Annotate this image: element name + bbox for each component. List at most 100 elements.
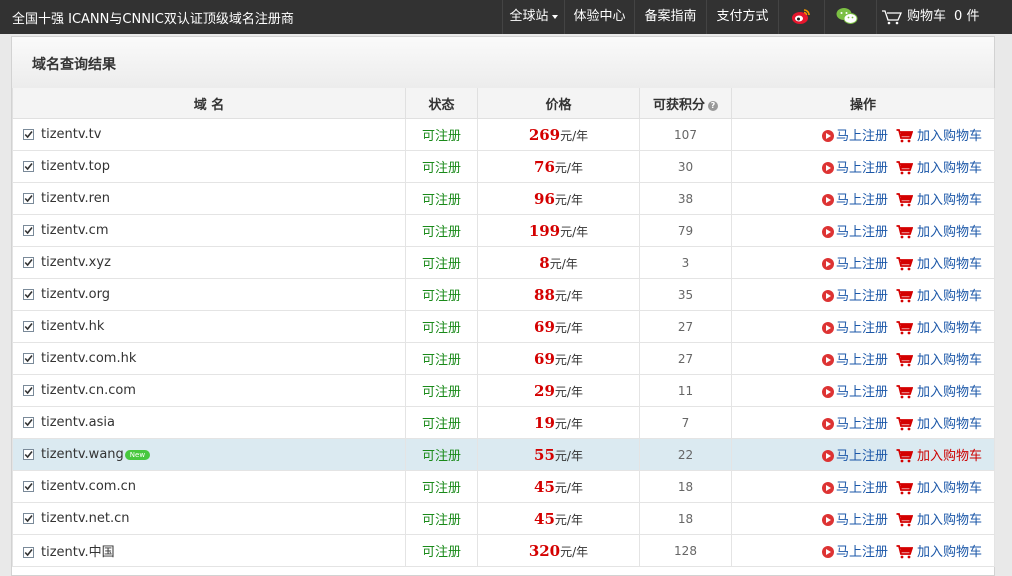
row-checkbox[interactable] <box>23 481 34 492</box>
domain-cell: tizentv.xyz <box>12 246 406 279</box>
row-checkbox[interactable] <box>23 547 34 558</box>
price-unit: 元/年 <box>554 384 583 399</box>
add-to-cart-link[interactable]: 加入购物车 <box>896 257 982 272</box>
row-checkbox[interactable] <box>23 321 34 332</box>
nav-experience-center[interactable]: 体验中心 <box>564 0 634 34</box>
new-badge: New <box>124 450 151 460</box>
domain-name: tizentv.com.hk <box>41 351 137 366</box>
domain-cell: tizentv.tv <box>12 118 406 151</box>
price-cell: 88元/年 <box>477 278 640 311</box>
points-cell: 35 <box>639 278 732 311</box>
register-now-label[interactable]: 马上注册 <box>836 513 888 528</box>
row-checkbox[interactable] <box>23 161 34 172</box>
add-to-cart-label[interactable]: 加入购物车 <box>917 129 982 144</box>
add-to-cart-label[interactable]: 加入购物车 <box>917 193 982 208</box>
status-cell: 可注册 <box>405 342 478 375</box>
add-to-cart-label[interactable]: 加入购物车 <box>917 289 982 304</box>
add-to-cart-label[interactable]: 加入购物车 <box>917 385 982 400</box>
add-to-cart-link[interactable]: 加入购物车 <box>896 289 982 304</box>
add-to-cart-label[interactable]: 加入购物车 <box>917 481 982 496</box>
register-now-link[interactable]: 马上注册 <box>821 321 888 336</box>
row-checkbox[interactable] <box>23 193 34 204</box>
add-to-cart-label[interactable]: 加入购物车 <box>917 417 982 432</box>
wechat-icon[interactable] <box>836 7 858 25</box>
register-now-link[interactable]: 马上注册 <box>821 193 888 208</box>
register-now-label[interactable]: 马上注册 <box>836 161 888 176</box>
add-cart-icon <box>896 225 914 239</box>
add-to-cart-link[interactable]: 加入购物车 <box>896 321 982 336</box>
register-now-label[interactable]: 马上注册 <box>836 321 888 336</box>
add-to-cart-link[interactable]: 加入购物车 <box>896 193 982 208</box>
add-to-cart-link[interactable]: 加入购物车 <box>896 481 982 496</box>
row-checkbox[interactable] <box>23 257 34 268</box>
results-panel: 域名查询结果 域 名 状态 价格 可获积分? 操作 tizentv.tv 可注册 2… <box>11 36 995 576</box>
add-to-cart-label[interactable]: 加入购物车 <box>917 225 982 240</box>
help-icon[interactable]: ? <box>708 100 718 111</box>
register-now-label[interactable]: 马上注册 <box>836 449 888 464</box>
add-to-cart-label[interactable]: 加入购物车 <box>917 257 982 272</box>
register-now-label[interactable]: 马上注册 <box>836 257 888 272</box>
register-now-link[interactable]: 马上注册 <box>821 257 888 272</box>
domain-cell: tizentv.cm <box>12 214 406 247</box>
weibo-icon[interactable] <box>791 7 811 25</box>
register-now-link[interactable]: 马上注册 <box>821 385 888 400</box>
domain-name: tizentv.com.cn <box>41 479 136 494</box>
add-to-cart-link[interactable]: 加入购物车 <box>896 449 982 464</box>
register-now-label[interactable]: 马上注册 <box>836 193 888 208</box>
add-to-cart-label[interactable]: 加入购物车 <box>917 161 982 176</box>
add-to-cart-link[interactable]: 加入购物车 <box>896 513 982 528</box>
row-checkbox[interactable] <box>23 129 34 140</box>
row-checkbox[interactable] <box>23 353 34 364</box>
add-to-cart-link[interactable]: 加入购物车 <box>896 129 982 144</box>
add-cart-icon <box>896 353 914 367</box>
register-now-link[interactable]: 马上注册 <box>821 481 888 496</box>
price-unit: 元/年 <box>554 192 583 207</box>
row-checkbox[interactable] <box>23 449 34 460</box>
add-to-cart-label[interactable]: 加入购物车 <box>917 545 982 560</box>
register-now-link[interactable]: 马上注册 <box>821 353 888 368</box>
register-now-link[interactable]: 马上注册 <box>821 129 888 144</box>
add-to-cart-label[interactable]: 加入购物车 <box>917 513 982 528</box>
register-now-link[interactable]: 马上注册 <box>821 513 888 528</box>
register-now-label[interactable]: 马上注册 <box>836 481 888 496</box>
register-now-link[interactable]: 马上注册 <box>821 449 888 464</box>
register-now-label[interactable]: 马上注册 <box>836 353 888 368</box>
add-cart-icon <box>896 257 914 271</box>
nav-global-site[interactable]: 全球站 <box>502 0 564 34</box>
nav-filing-guide[interactable]: 备案指南 <box>634 0 706 34</box>
row-checkbox[interactable] <box>23 289 34 300</box>
add-to-cart-label[interactable]: 加入购物车 <box>917 321 982 336</box>
add-to-cart-link[interactable]: 加入购物车 <box>896 353 982 368</box>
register-now-label[interactable]: 马上注册 <box>836 129 888 144</box>
add-to-cart-link[interactable]: 加入购物车 <box>896 417 982 432</box>
add-to-cart-link[interactable]: 加入购物车 <box>896 385 982 400</box>
add-to-cart-label[interactable]: 加入购物车 <box>917 449 982 464</box>
register-now-link[interactable]: 马上注册 <box>821 161 888 176</box>
register-now-link[interactable]: 马上注册 <box>821 417 888 432</box>
nav-global-site-label[interactable]: 全球站 <box>509 9 548 24</box>
register-now-link[interactable]: 马上注册 <box>821 225 888 240</box>
ops-cell: 马上注册 加入购物车 <box>731 246 995 279</box>
add-to-cart-label[interactable]: 加入购物车 <box>917 353 982 368</box>
points-cell: 30 <box>639 150 732 183</box>
row-checkbox[interactable] <box>23 417 34 428</box>
register-now-label[interactable]: 马上注册 <box>836 545 888 560</box>
register-now-label[interactable]: 马上注册 <box>836 385 888 400</box>
register-now-label[interactable]: 马上注册 <box>836 225 888 240</box>
nav-payment-methods[interactable]: 支付方式 <box>706 0 778 34</box>
header-cart[interactable]: 购物车 0 件 <box>876 0 1012 34</box>
register-now-link[interactable]: 马上注册 <box>821 289 888 304</box>
register-now-label[interactable]: 马上注册 <box>836 417 888 432</box>
cart-unit: 件 <box>966 9 980 24</box>
status-cell: 可注册 <box>405 150 478 183</box>
row-checkbox[interactable] <box>23 513 34 524</box>
add-to-cart-link[interactable]: 加入购物车 <box>896 545 982 560</box>
add-to-cart-link[interactable]: 加入购物车 <box>896 225 982 240</box>
register-now-label[interactable]: 马上注册 <box>836 289 888 304</box>
add-to-cart-link[interactable]: 加入购物车 <box>896 161 982 176</box>
row-checkbox[interactable] <box>23 225 34 236</box>
row-checkbox[interactable] <box>23 385 34 396</box>
play-circle-icon <box>821 546 834 558</box>
register-now-link[interactable]: 马上注册 <box>821 545 888 560</box>
header-points: 可获积分? <box>639 88 732 119</box>
